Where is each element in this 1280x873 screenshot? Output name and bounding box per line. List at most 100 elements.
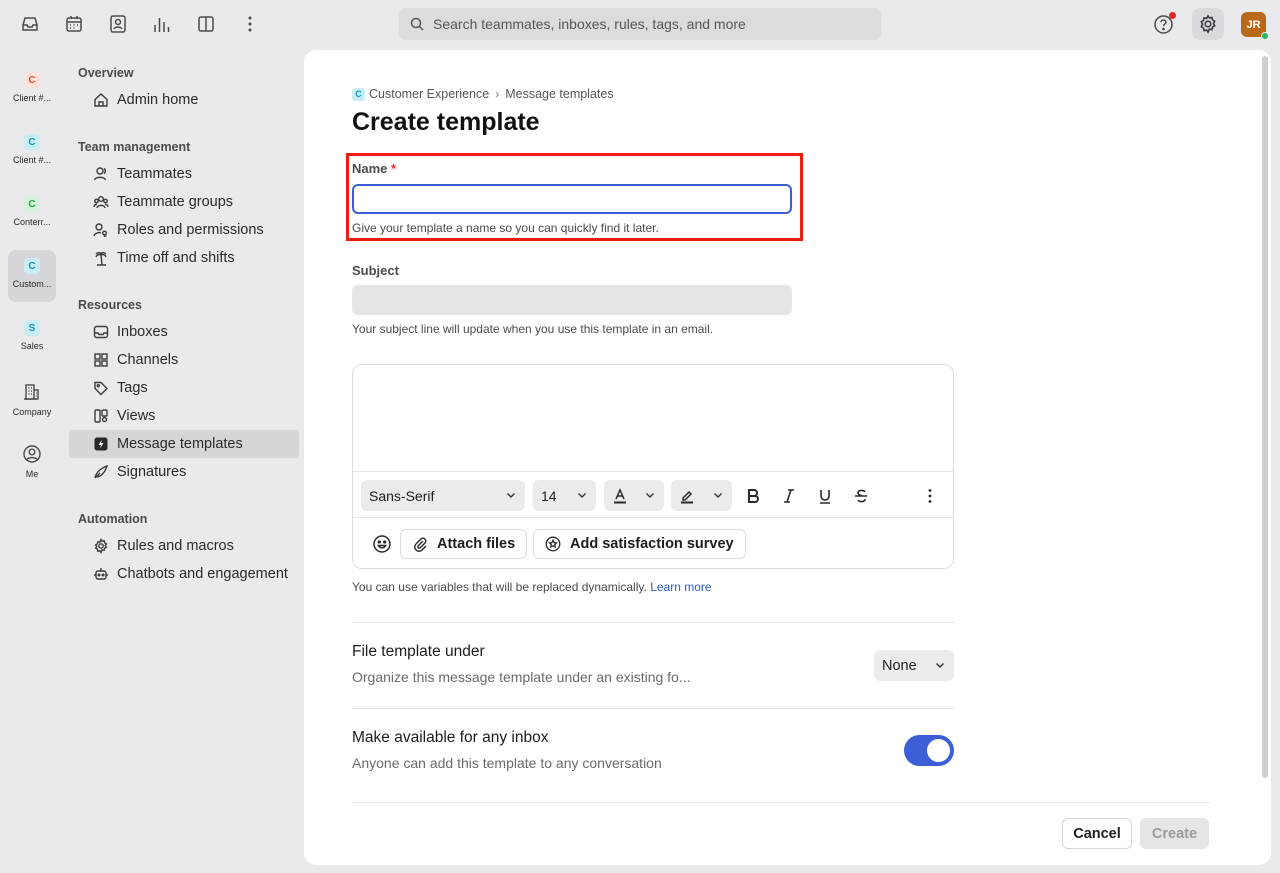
chevron-down-icon <box>712 489 724 501</box>
workspace-client-2[interactable]: C Client #... <box>8 126 56 178</box>
breadcrumb-workspace[interactable]: Customer Experience <box>369 87 489 101</box>
group-icon <box>93 194 109 210</box>
settings-button[interactable] <box>1192 8 1224 40</box>
nav-item-label: Teammates <box>117 166 192 182</box>
top-bar: Search teammates, inboxes, rules, tags, … <box>0 0 1280 50</box>
nav-item-teammate-groups[interactable]: Teammate groups <box>69 188 299 216</box>
nav-item-teammates[interactable]: Teammates <box>69 160 299 188</box>
workspace-label: Me <box>25 469 39 479</box>
italic-icon[interactable] <box>780 487 798 505</box>
text-color-select[interactable] <box>604 480 664 511</box>
create-button[interactable]: Create <box>1140 818 1209 849</box>
workspace-badge: C <box>24 196 40 212</box>
person-key-icon <box>93 222 109 238</box>
highlight-color-select[interactable] <box>671 480 732 511</box>
subject-helper-text: Your subject line will update when you u… <box>352 322 714 336</box>
nav-item-signatures[interactable]: Signatures <box>69 458 299 486</box>
chevron-down-icon <box>576 489 588 501</box>
split-view-icon[interactable] <box>196 14 216 34</box>
search-icon <box>409 16 425 32</box>
nav-item-label: Rules and macros <box>117 538 234 554</box>
nav-item-time-off[interactable]: Time off and shifts <box>69 244 299 272</box>
file-under-subtitle: Organize this message template under an … <box>352 669 691 685</box>
nav-item-label: Signatures <box>117 464 187 480</box>
chevron-down-icon <box>505 489 517 501</box>
nav-item-views[interactable]: Views <box>69 402 299 430</box>
scrollbar[interactable] <box>1262 56 1268 778</box>
nav-item-admin-home[interactable]: Admin home <box>69 86 299 114</box>
availability-toggle[interactable] <box>904 735 954 766</box>
workspace-badge: C <box>24 134 40 150</box>
nav-item-roles-permissions[interactable]: Roles and permissions <box>69 216 299 244</box>
search-placeholder: Search teammates, inboxes, rules, tags, … <box>433 16 746 32</box>
grid-icon <box>93 352 109 368</box>
editor-toolbar: Sans-Serif 14 <box>353 471 953 518</box>
nav-item-message-templates[interactable]: Message templates <box>69 430 299 458</box>
divider <box>352 622 954 623</box>
workspace-badge: C <box>24 258 40 274</box>
workspace-badge: C <box>352 87 365 101</box>
nav-heading-team: Team management <box>78 140 191 154</box>
file-under-title: File template under <box>352 643 485 660</box>
workspace-sales[interactable]: S Sales <box>8 312 56 364</box>
workspace-customer[interactable]: C Custom... <box>8 250 56 302</box>
workspace-label: Client #... <box>12 155 52 165</box>
palm-tree-icon <box>93 250 109 266</box>
template-bolt-icon <box>93 436 109 452</box>
more-vertical-icon[interactable] <box>240 14 260 34</box>
paperclip-icon <box>412 536 428 552</box>
highlighter-icon <box>681 490 693 503</box>
bold-icon[interactable] <box>744 487 762 505</box>
variables-hint: You can use variables that will be repla… <box>352 580 712 594</box>
person-circle-icon <box>23 445 41 463</box>
underline-icon[interactable] <box>816 487 834 505</box>
highlight-box <box>346 153 803 241</box>
help-icon[interactable] <box>1153 12 1176 35</box>
emoji-icon[interactable] <box>372 534 392 554</box>
message-editor[interactable]: Sans-Serif 14 Attach files Add satisfact… <box>352 364 954 569</box>
workspace-label: Company <box>12 407 52 417</box>
analytics-icon[interactable] <box>152 14 172 34</box>
nav-item-chatbots[interactable]: Chatbots and engagement <box>69 560 299 588</box>
attach-files-button[interactable]: Attach files <box>400 529 528 559</box>
nav-item-rules-macros[interactable]: Rules and macros <box>69 532 299 560</box>
workspace-label: Conterr... <box>13 217 51 227</box>
nav-item-label: Tags <box>117 380 148 396</box>
chevron-right-icon: › <box>495 87 500 101</box>
notification-dot <box>1169 12 1176 19</box>
calendar-icon[interactable] <box>64 14 84 34</box>
workspace-label: Sales <box>20 341 44 351</box>
font-size-select[interactable]: 14 <box>533 480 596 511</box>
learn-more-link[interactable]: Learn more <box>650 580 711 594</box>
nav-item-tags[interactable]: Tags <box>69 374 299 402</box>
strikethrough-icon[interactable] <box>852 487 870 505</box>
cancel-button[interactable]: Cancel <box>1062 818 1132 849</box>
font-family-select[interactable]: Sans-Serif <box>361 480 525 511</box>
nav-item-label: Time off and shifts <box>117 250 235 266</box>
nav-item-inboxes[interactable]: Inboxes <box>69 318 299 346</box>
inbox-icon[interactable] <box>20 14 40 34</box>
search-input[interactable]: Search teammates, inboxes, rules, tags, … <box>399 8 881 40</box>
nav-heading-overview: Overview <box>78 66 134 80</box>
workspace-client-1[interactable]: C Client #... <box>8 64 56 116</box>
more-vertical-icon[interactable] <box>921 487 939 505</box>
workspace-conterr[interactable]: C Conterr... <box>8 188 56 240</box>
workspace-me[interactable]: Me <box>8 436 56 488</box>
inbox-icon <box>93 324 109 340</box>
add-satisfaction-survey-button[interactable]: Add satisfaction survey <box>533 529 746 559</box>
nav-item-channels[interactable]: Channels <box>69 346 299 374</box>
avatar[interactable]: JR <box>1241 12 1269 40</box>
chevron-down-icon <box>934 659 946 671</box>
variables-hint-text: You can use variables that will be repla… <box>352 580 647 594</box>
workspace-company[interactable]: Company <box>8 374 56 426</box>
breadcrumb: C Customer Experience › Message template… <box>352 87 614 101</box>
nav-item-label: Admin home <box>117 92 199 108</box>
chevron-down-icon <box>644 489 656 501</box>
nav-item-label: Inboxes <box>117 324 168 340</box>
nav-item-label: Views <box>117 408 156 424</box>
attach-files-label: Attach files <box>437 536 516 552</box>
folder-select[interactable]: None <box>874 650 954 681</box>
subject-field[interactable] <box>352 285 792 315</box>
breadcrumb-page[interactable]: Message templates <box>505 87 613 101</box>
contacts-icon[interactable] <box>108 14 128 34</box>
